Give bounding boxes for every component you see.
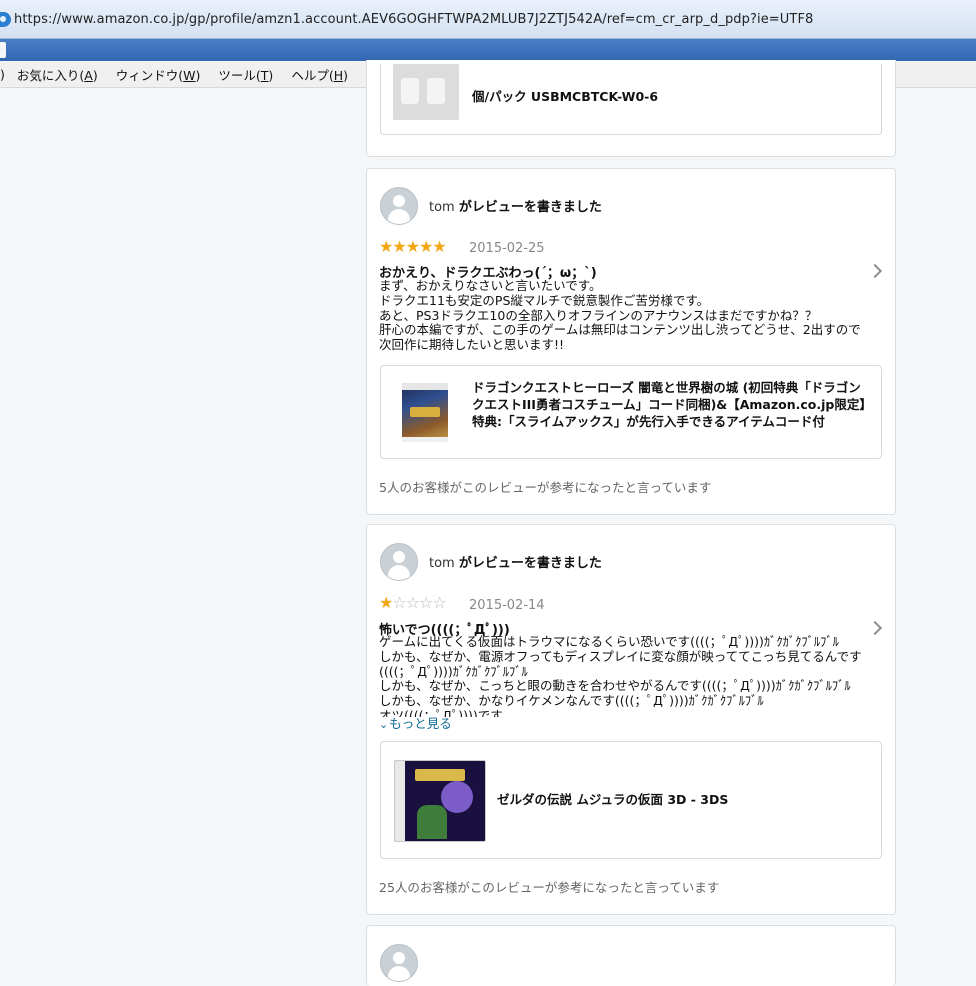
product-box[interactable]: ドラゴンクエストヒーローズ 闇竜と世界樹の城 (初回特典「ドラゴンクエストIII… [380, 365, 882, 459]
review-body: まず、おかえりなさいと言いたいです。 ドラクエ11も安定のPS縦マルチで鋭意製作… [379, 278, 861, 353]
product-title[interactable]: 個/パック USBMCBTCK-W0-6 [472, 88, 872, 105]
review-action-text: がレビューを書きました [458, 200, 602, 215]
avatar[interactable] [380, 543, 418, 581]
browser-page-icon [0, 11, 11, 27]
stars-empty: ☆☆☆☆ [392, 593, 446, 612]
review-card-next [366, 925, 896, 986]
review-date: 2015-02-25 [469, 241, 545, 256]
browser-title-bar: https://www.amazon.co.jp/gp/profile/amzn… [0, 0, 976, 39]
review-card-previous: 個/パック USBMCBTCK-W0-6 [366, 60, 896, 157]
menu-item-window[interactable]: ウィンドウ(W) [116, 65, 201, 84]
double-chevron-down-icon: ⌄ [379, 718, 389, 731]
avatar[interactable] [380, 187, 418, 225]
product-thumbnail [402, 383, 448, 442]
reviewer-name[interactable]: tom [429, 200, 455, 215]
product-thumbnail [394, 760, 486, 842]
star-rating: ★☆☆☆☆ [379, 593, 447, 612]
see-more-link[interactable]: ⌄もっと見る [379, 713, 452, 732]
star-rating: ★★★★★ [379, 237, 447, 256]
menu-item-partial[interactable]: ) [0, 67, 5, 82]
chevron-right-icon[interactable] [867, 263, 883, 279]
product-box[interactable]: 個/パック USBMCBTCK-W0-6 [380, 64, 882, 135]
address-row[interactable]: https://www.amazon.co.jp/gp/profile/amzn… [0, 8, 813, 30]
product-thumbnail [393, 64, 459, 120]
chevron-right-icon[interactable] [867, 620, 883, 636]
stars-filled: ★★★★★ [379, 237, 447, 256]
avatar[interactable] [380, 944, 418, 982]
product-box[interactable]: ゼルダの伝説 ムジュラの仮面 3D - 3DS [380, 741, 882, 859]
review-card: tom がレビューを書きました ★☆☆☆☆ 2015-02-14 怖いでつ(((… [366, 524, 896, 915]
menu-item-favorites[interactable]: お気に入り(A) [17, 65, 98, 84]
review-card: tom がレビューを書きました ★★★★★ 2015-02-25 おかえり、ドラ… [366, 168, 896, 515]
product-title[interactable]: ゼルダの伝説 ムジュラの仮面 3D - 3DS [497, 791, 867, 808]
review-body: ゲームに出てくる仮面はトラウマになるくらい恐いです((((；ﾟДﾟ))))ｶﾞｸ… [379, 635, 862, 717]
reviewer-name[interactable]: tom [429, 556, 455, 571]
menu-item-tools[interactable]: ツール(T) [218, 65, 273, 84]
helpful-count: 5人のお客様がこのレビューが参考になったと言っています [379, 480, 712, 495]
product-title[interactable]: ドラゴンクエストヒーローズ 闇竜と世界樹の城 (初回特典「ドラゴンクエストIII… [472, 379, 868, 430]
helpful-count: 25人のお客様がこのレビューが参考になったと言っています [379, 880, 720, 895]
reviewer-line: tom がレビューを書きました [429, 196, 602, 215]
browser-blue-bar [0, 39, 976, 61]
address-url[interactable]: https://www.amazon.co.jp/gp/profile/amzn… [14, 12, 813, 27]
menu-item-help[interactable]: ヘルプ(H) [291, 65, 348, 84]
stars-filled: ★ [379, 593, 393, 612]
review-action-text: がレビューを書きました [458, 556, 602, 571]
reviewer-line: tom がレビューを書きました [429, 552, 602, 571]
review-date: 2015-02-14 [469, 598, 545, 613]
